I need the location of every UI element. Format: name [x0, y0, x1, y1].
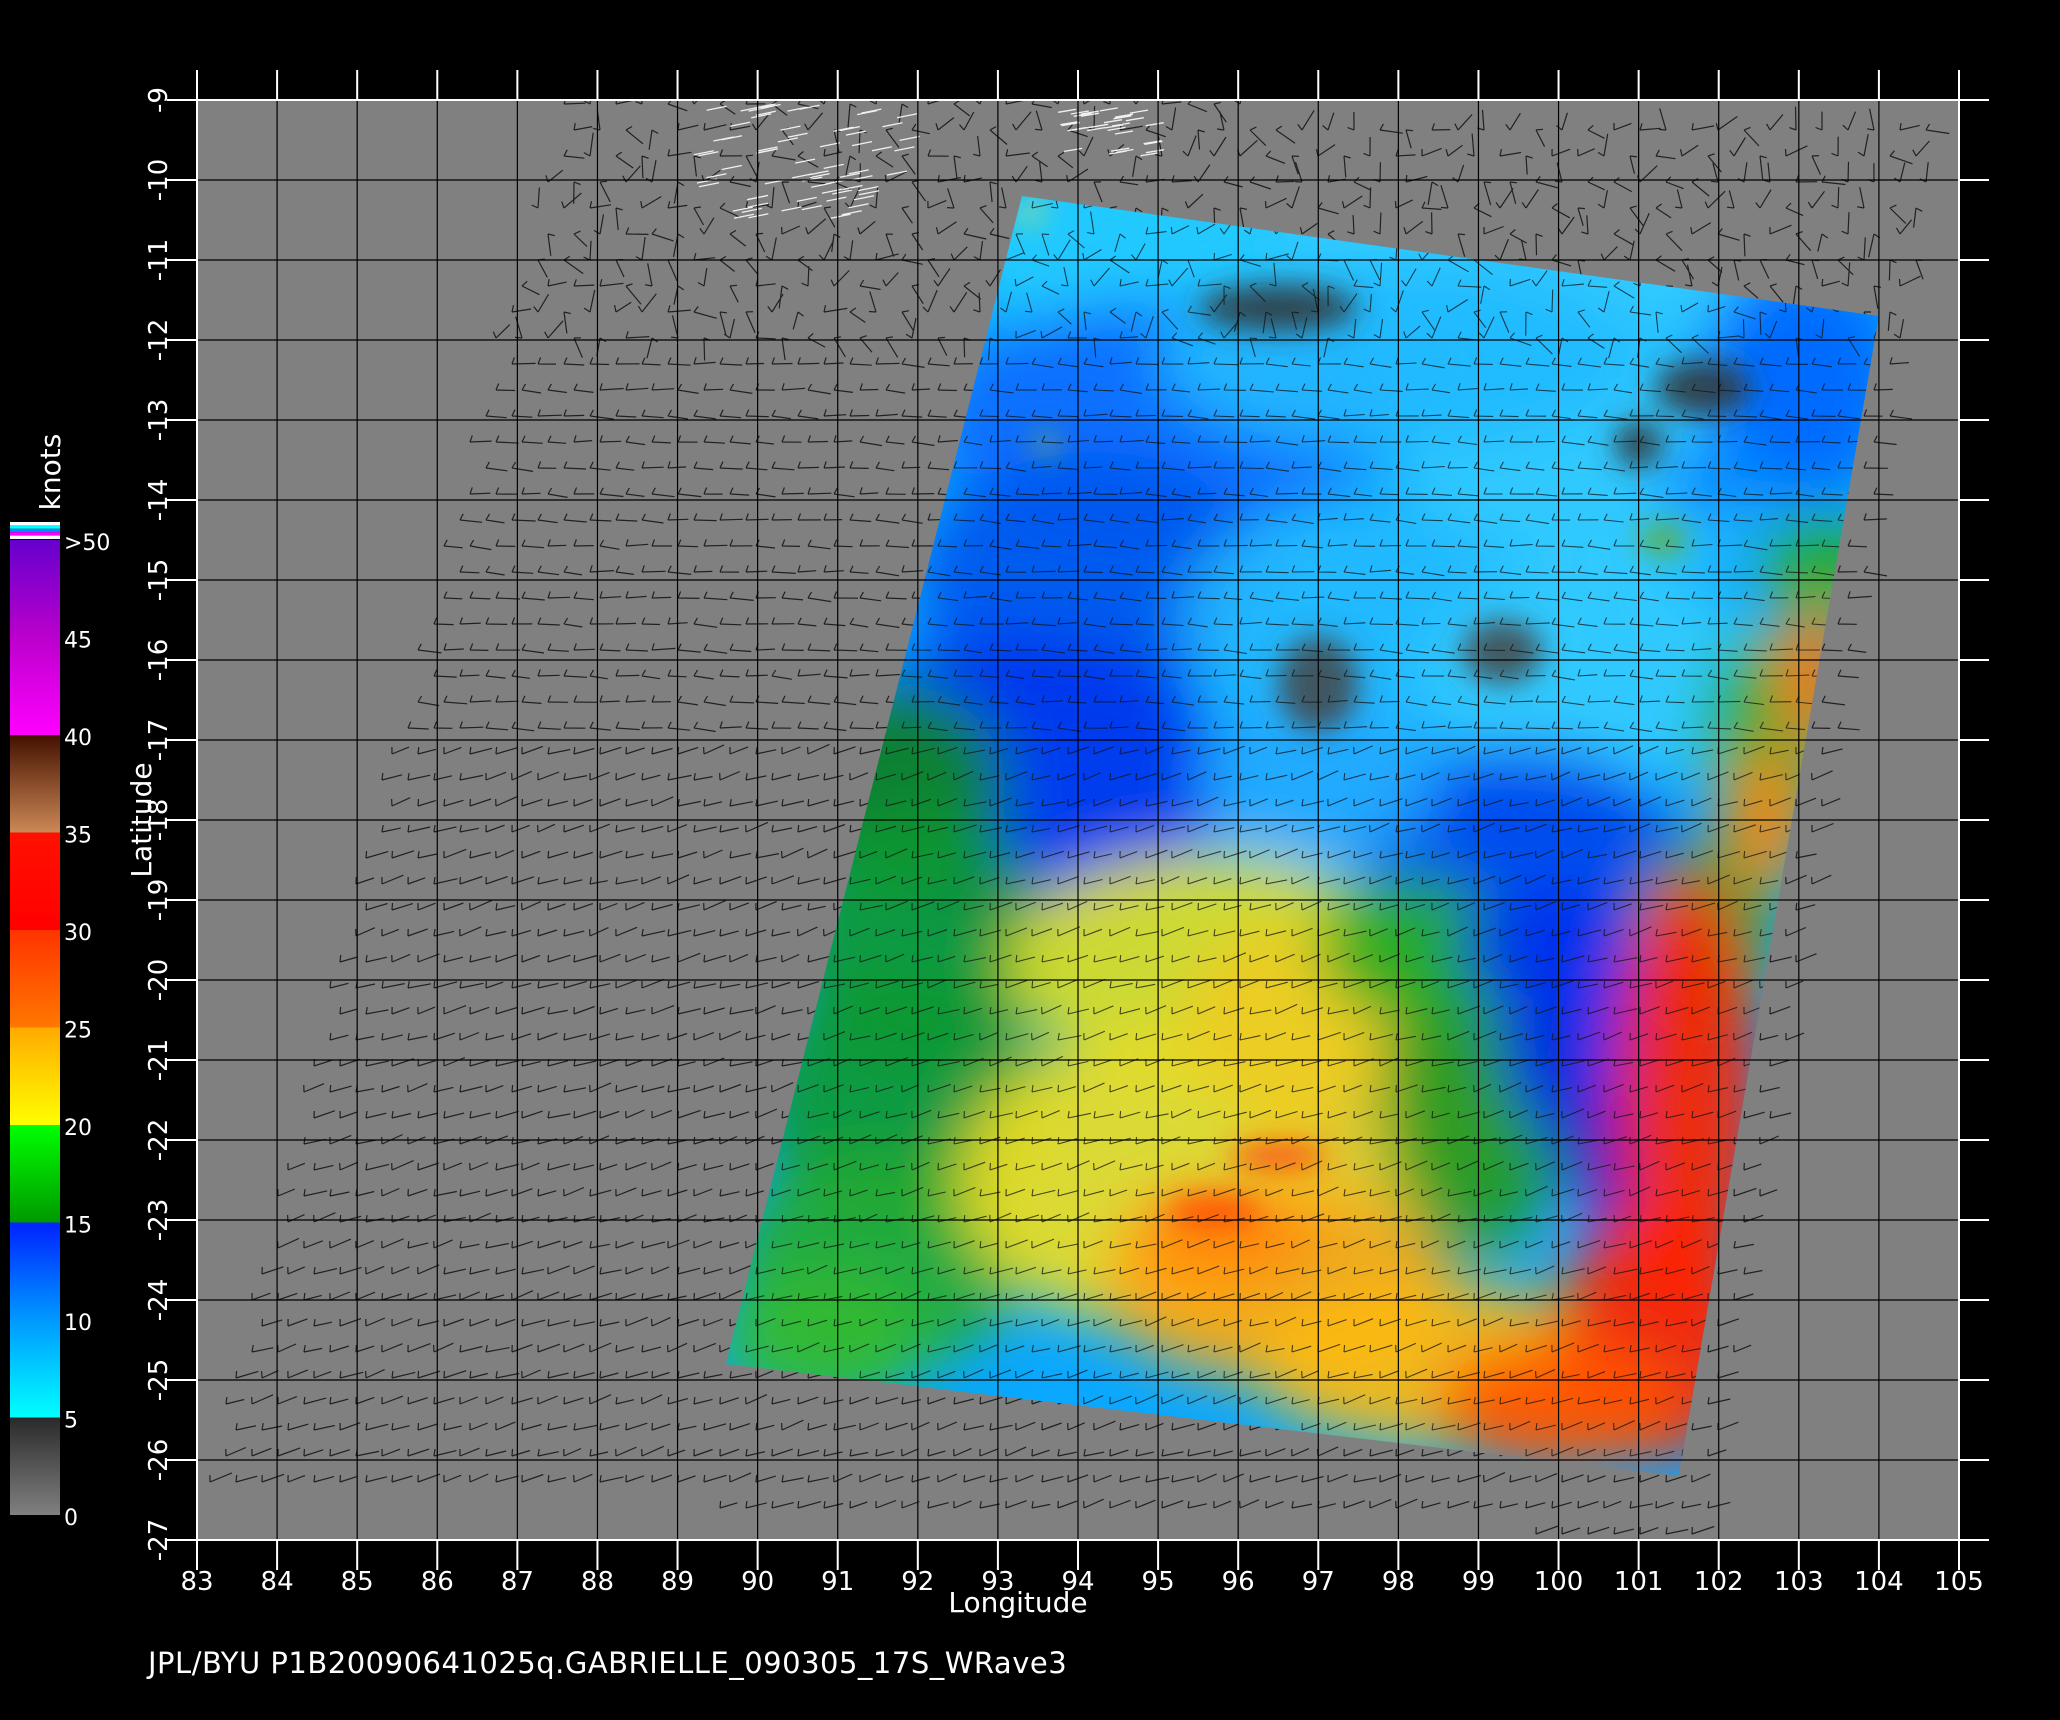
x-tick-label: 92	[901, 1567, 934, 1597]
colorbar: 0 5 10 15 20 25 30 35 40 45 >50 knots	[10, 434, 110, 1531]
colorbar-label: 30	[64, 921, 92, 946]
x-tick-label: 89	[661, 1567, 694, 1597]
y-tick-label: -15	[144, 559, 174, 601]
y-tick-label: -25	[144, 1359, 174, 1401]
y-tick-label: -17	[144, 719, 174, 761]
colorbar-label: 10	[64, 1311, 92, 1336]
x-tick-label: 85	[341, 1567, 374, 1597]
x-tick-label: 95	[1142, 1567, 1175, 1597]
colorbar-label: 45	[64, 629, 92, 654]
x-axis-label: Longitude	[948, 1586, 1087, 1619]
y-tick-label: -22	[144, 1119, 174, 1161]
y-tick-label: -12	[144, 319, 174, 361]
x-tick-label: 103	[1774, 1567, 1824, 1597]
y-tick-label: -24	[144, 1279, 174, 1321]
x-tick-label: 88	[581, 1567, 614, 1597]
colorbar-label: 35	[64, 824, 92, 849]
colorbar-cap	[10, 525, 60, 529]
y-tick-label: -21	[144, 1039, 174, 1081]
colorbar-cap	[10, 532, 60, 536]
y-tick-label: -26	[144, 1439, 174, 1481]
colorbar-cap	[10, 535, 60, 539]
y-tick-label: -10	[144, 159, 174, 201]
x-tick-label: 102	[1694, 1567, 1744, 1597]
x-tick-label: 91	[821, 1567, 854, 1597]
x-tick-label: 83	[180, 1567, 213, 1597]
colorbar-ramp	[10, 540, 60, 1515]
colorbar-label: 15	[64, 1214, 92, 1239]
y-axis-label: Latitude	[125, 762, 158, 877]
x-tick-label: 84	[261, 1567, 294, 1597]
x-tick-label: 100	[1534, 1567, 1584, 1597]
y-tick-label: -11	[144, 239, 174, 281]
colorbar-unit-label: knots	[34, 434, 67, 511]
x-tick-label: 104	[1854, 1567, 1904, 1597]
y-tick-label: -20	[144, 959, 174, 1001]
x-tick-label: 97	[1302, 1567, 1335, 1597]
y-tick-label: -16	[144, 639, 174, 681]
product-footer-label: JPL/BYU P1B20090641025q.GABRIELLE_090305…	[148, 1646, 1068, 1680]
colorbar-label: 0	[64, 1506, 78, 1531]
x-tick-label: 87	[501, 1567, 534, 1597]
colorbar-label: 40	[64, 726, 92, 751]
colorbar-cap	[10, 522, 60, 526]
y-tick-label: -27	[144, 1519, 174, 1561]
x-tick-label: 86	[421, 1567, 454, 1597]
y-tick-label: -14	[144, 479, 174, 521]
x-tick-label: 96	[1222, 1567, 1255, 1597]
x-tick-label: 105	[1934, 1567, 1984, 1597]
colorbar-label: >50	[64, 531, 110, 556]
colorbar-label: 5	[64, 1409, 78, 1434]
colorbar-cap	[10, 528, 60, 533]
wind-map-figure: 83 84 85 86 87 88 89 90 91 92 93 94 95 96 97 98 99 100 101…	[10, 70, 1989, 1619]
y-tick-label: -23	[144, 1199, 174, 1241]
y-tick-label: -19	[144, 879, 174, 921]
x-tick-label: 98	[1382, 1567, 1415, 1597]
y-tick-label: -9	[144, 87, 174, 113]
x-tick-label: 99	[1462, 1567, 1495, 1597]
y-tick-label: -13	[144, 399, 174, 441]
colorbar-label: 25	[64, 1019, 92, 1044]
colorbar-label: 20	[64, 1116, 92, 1141]
x-tick-label: 101	[1614, 1567, 1664, 1597]
x-tick-label: 90	[741, 1567, 774, 1597]
